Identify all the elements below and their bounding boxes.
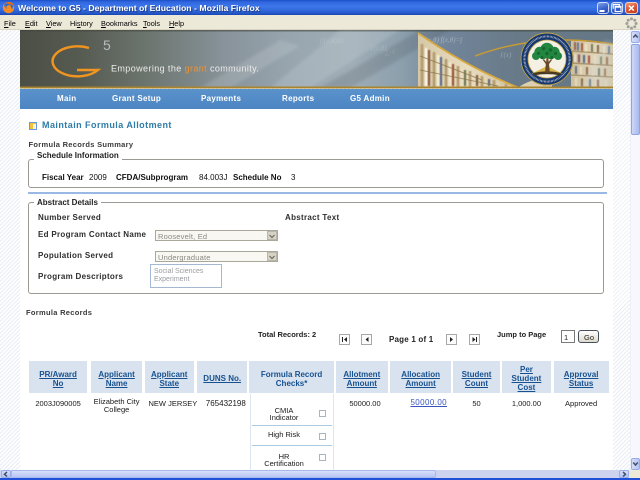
svg-text:Empowering the grant community: Empowering the grant community. (111, 64, 259, 74)
svg-text:∫f(x,θ)dx: ∫f(x,θ)dx (319, 37, 344, 45)
svg-text:ƒ(x): ƒ(x) (500, 51, 512, 59)
svg-text:ƒ(x,θ): ƒ(x,θ) (370, 44, 387, 52)
svg-text:5: 5 (103, 37, 111, 53)
